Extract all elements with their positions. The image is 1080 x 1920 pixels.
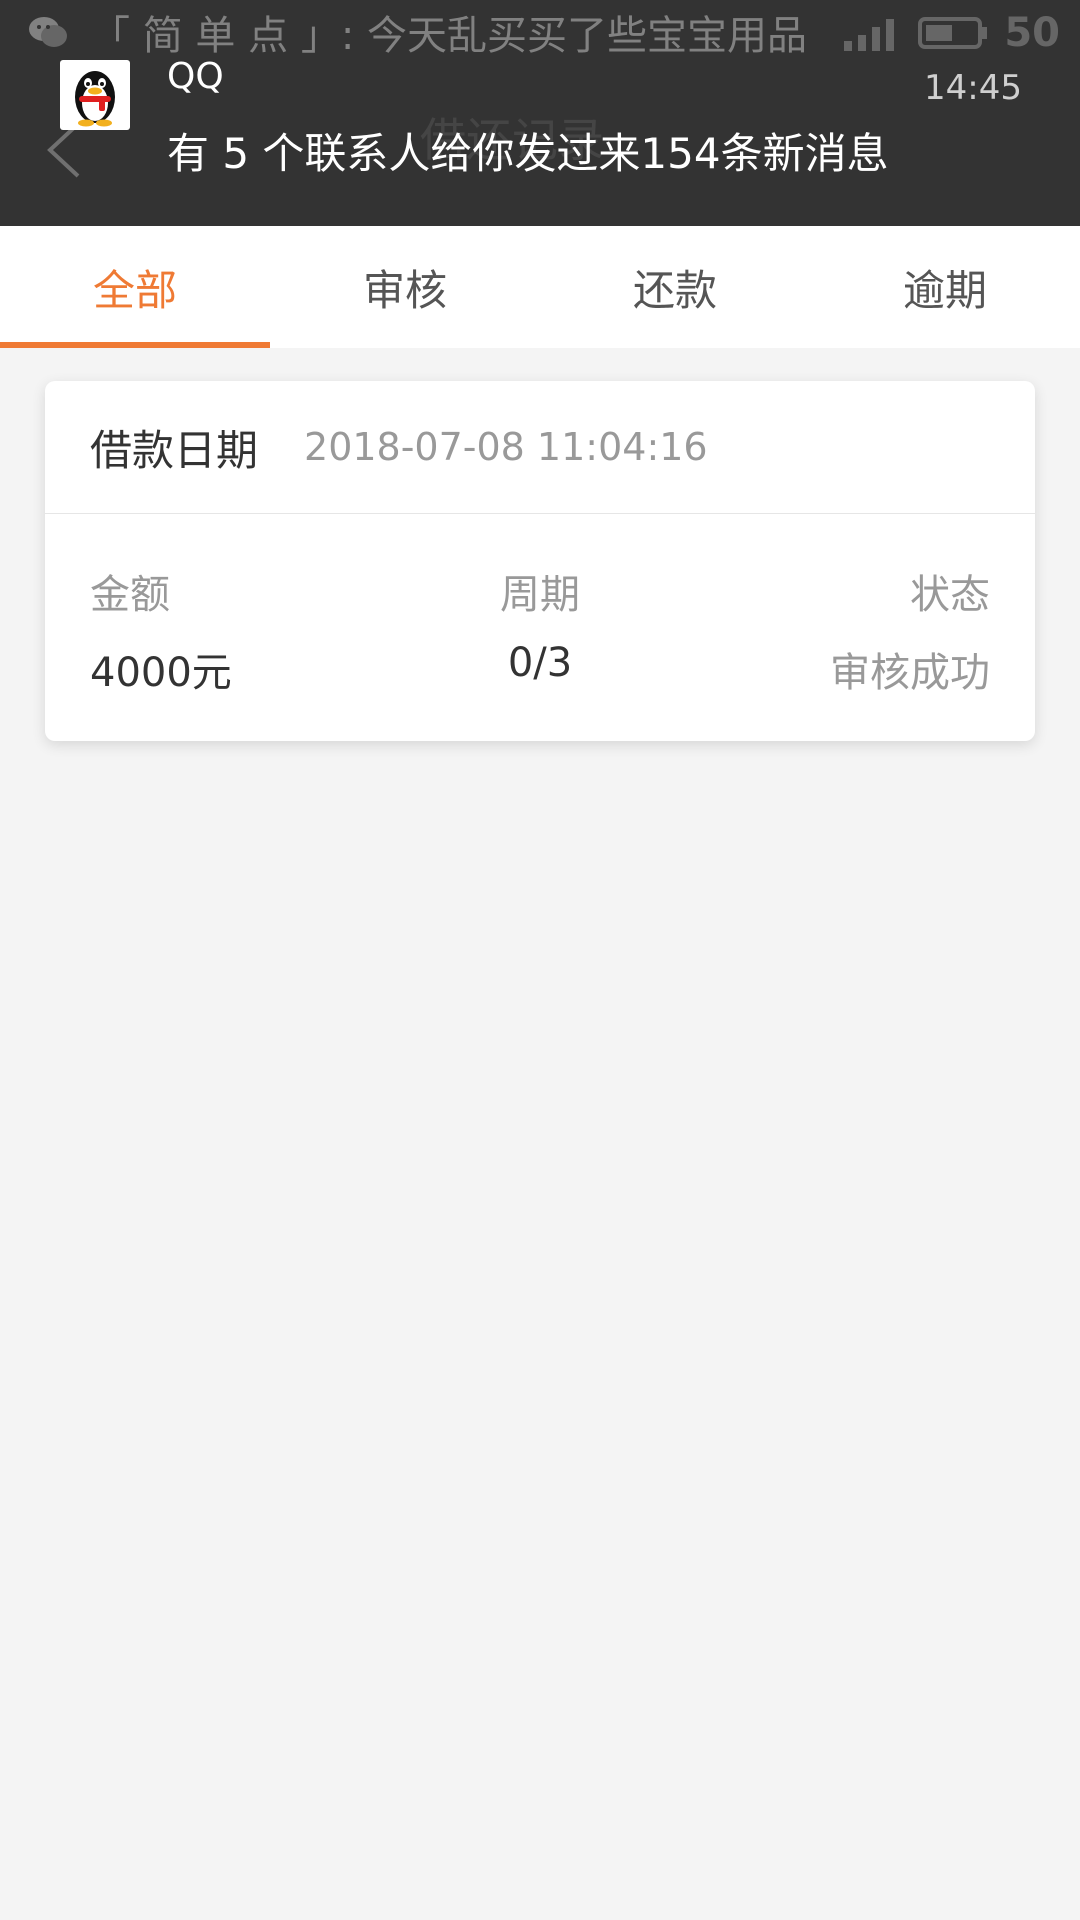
- battery-percent: 50: [1004, 10, 1060, 56]
- period-value: 0/3: [507, 640, 573, 686]
- qq-app-icon[interactable]: [60, 60, 130, 130]
- status-bar-right: 50: [842, 8, 1060, 58]
- status-label: 状态: [910, 572, 990, 618]
- amount-value: 4000元: [90, 650, 232, 696]
- top-bar: 「 简 单 点 」: 今天乱买买了些宝宝用品 50 借还记录 QQ 14:45 …: [0, 0, 1080, 226]
- signal-icon: [844, 19, 895, 51]
- battery-icon: [918, 17, 988, 49]
- status-value: 审核成功: [830, 650, 990, 696]
- loan-date-value: 2018-07-08 11:04:16: [304, 425, 708, 469]
- status-ticker-text: 「 简 单 点 」: 今天乱买买了些宝宝用品: [90, 13, 808, 59]
- tab-review[interactable]: 审核: [270, 226, 540, 348]
- period-label: 周期: [500, 572, 580, 618]
- qq-penguin-icon: [75, 71, 115, 127]
- notification-message[interactable]: 有 5 个联系人给你发过来154条新消息: [167, 120, 889, 181]
- loan-details: 金额 周期 状态 4000元 0/3 审核成功: [45, 514, 1035, 741]
- amount-label: 金额: [90, 572, 170, 618]
- wechat-icon: [29, 17, 67, 47]
- notification-app-name: QQ: [167, 56, 224, 97]
- loan-date-row: 借款日期 2018-07-08 11:04:16: [45, 381, 1035, 514]
- loan-date-label: 借款日期: [90, 425, 259, 475]
- status-bar-ticker: 「 简 单 点 」: 今天乱买买了些宝宝用品: [28, 4, 807, 60]
- loan-record-card[interactable]: 借款日期 2018-07-08 11:04:16 金额 周期 状态 4000元 …: [45, 381, 1035, 741]
- tab-overdue[interactable]: 逾期: [810, 226, 1080, 348]
- tab-all[interactable]: 全部: [0, 226, 270, 348]
- record-tabs: 全部 审核 还款 逾期: [0, 226, 1080, 348]
- notification-time: 14:45: [924, 68, 1022, 108]
- tab-repayment[interactable]: 还款: [540, 226, 810, 348]
